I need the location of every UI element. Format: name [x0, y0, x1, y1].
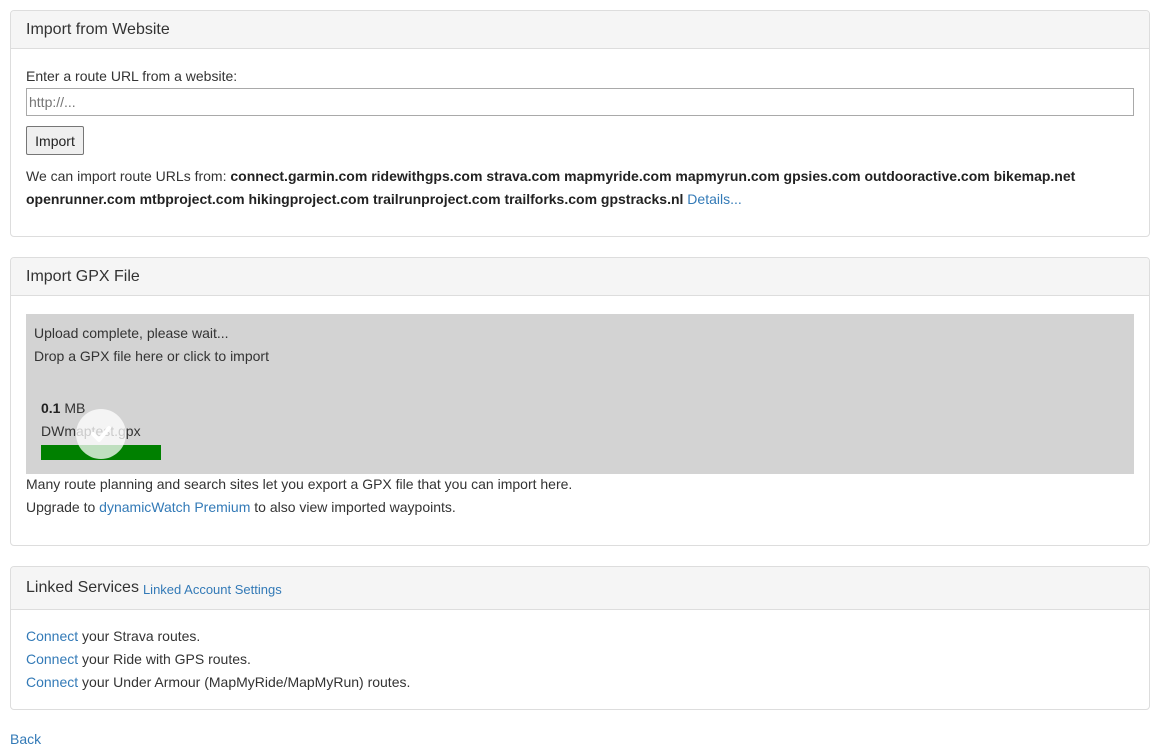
site-name: mtbproject.com: [139, 191, 245, 207]
import-gpx-heading: Import GPX File: [11, 258, 1149, 296]
site-name: hikingproject.com: [248, 191, 370, 207]
service-strava: Connect your Strava routes.: [26, 628, 200, 644]
upgrade-text: Upgrade to dynamicWatch Premium to also …: [26, 499, 456, 515]
site-name: mapmyride.com: [564, 168, 672, 184]
site-name: strava.com: [486, 168, 561, 184]
linked-services-panel: Linked Services Linked Account Settings …: [10, 566, 1150, 710]
import-website-heading: Import from Website: [11, 11, 1149, 49]
gpx-help-text: Many route planning and search sites let…: [26, 476, 573, 492]
connect-strava-link[interactable]: Connect: [26, 628, 78, 644]
import-website-panel: Import from Website Enter a route URL fr…: [10, 10, 1150, 237]
details-link[interactable]: Details...: [687, 191, 741, 207]
import-gpx-panel: Import GPX File Upload complete, please …: [10, 257, 1150, 546]
upload-status-text: Upload complete, please wait...: [34, 325, 229, 341]
file-size: 0.1 MB: [41, 400, 85, 416]
import-gpx-title: Import GPX File: [26, 267, 140, 285]
site-name: ridewithgps.com: [371, 168, 483, 184]
gpx-dropzone[interactable]: Upload complete, please wait... Drop a G…: [26, 314, 1134, 474]
route-url-label: Enter a route URL from a website:: [26, 68, 238, 84]
connect-ridewithgps-link[interactable]: Connect: [26, 651, 78, 667]
premium-link[interactable]: dynamicWatch Premium: [99, 499, 250, 515]
drop-hint-text: Drop a GPX file here or click to import: [34, 348, 269, 364]
service-description: your Ride with GPS routes.: [82, 651, 251, 667]
file-preview: 0.1 MB DWmaptest.gpx: [41, 400, 161, 460]
linked-services-heading: Linked Services Linked Account Settings: [11, 567, 1149, 610]
import-website-title: Import from Website: [26, 20, 170, 38]
site-name: connect.garmin.com: [230, 168, 368, 184]
file-size-value: 0.1: [41, 400, 61, 416]
site-name: gpstracks.nl: [600, 191, 684, 207]
site-name: gpsies.com: [783, 168, 861, 184]
service-underarmour: Connect your Under Armour (MapMyRide/Map…: [26, 674, 410, 690]
route-url-input[interactable]: [26, 88, 1134, 116]
upload-success-icon: [76, 409, 126, 459]
upgrade-prefix: Upgrade to: [26, 499, 96, 515]
linked-services-title: Linked Services: [26, 579, 139, 596]
connect-underarmour-link[interactable]: Connect: [26, 674, 78, 690]
service-description: your Strava routes.: [82, 628, 201, 644]
file-size-unit: MB: [64, 400, 86, 416]
supported-sites-intro: We can import route URLs from:: [26, 168, 227, 184]
supported-sites-text: We can import route URLs from: connect.g…: [26, 165, 1126, 211]
site-name: bikemap.net: [993, 168, 1076, 184]
site-name: trailrunproject.com: [372, 191, 501, 207]
linked-account-settings-link[interactable]: Linked Account Settings: [143, 582, 282, 597]
site-name: openrunner.com: [26, 191, 136, 207]
service-description: your Under Armour (MapMyRide/MapMyRun) r…: [82, 674, 411, 690]
upgrade-suffix: to also view imported waypoints.: [254, 499, 456, 515]
import-button[interactable]: Import: [26, 126, 84, 155]
back-link[interactable]: Back: [10, 731, 41, 747]
service-ridewithgps: Connect your Ride with GPS routes.: [26, 651, 251, 667]
site-name: outdooractive.com: [864, 168, 990, 184]
site-name: mapmyrun.com: [675, 168, 780, 184]
site-name: trailforks.com: [504, 191, 598, 207]
